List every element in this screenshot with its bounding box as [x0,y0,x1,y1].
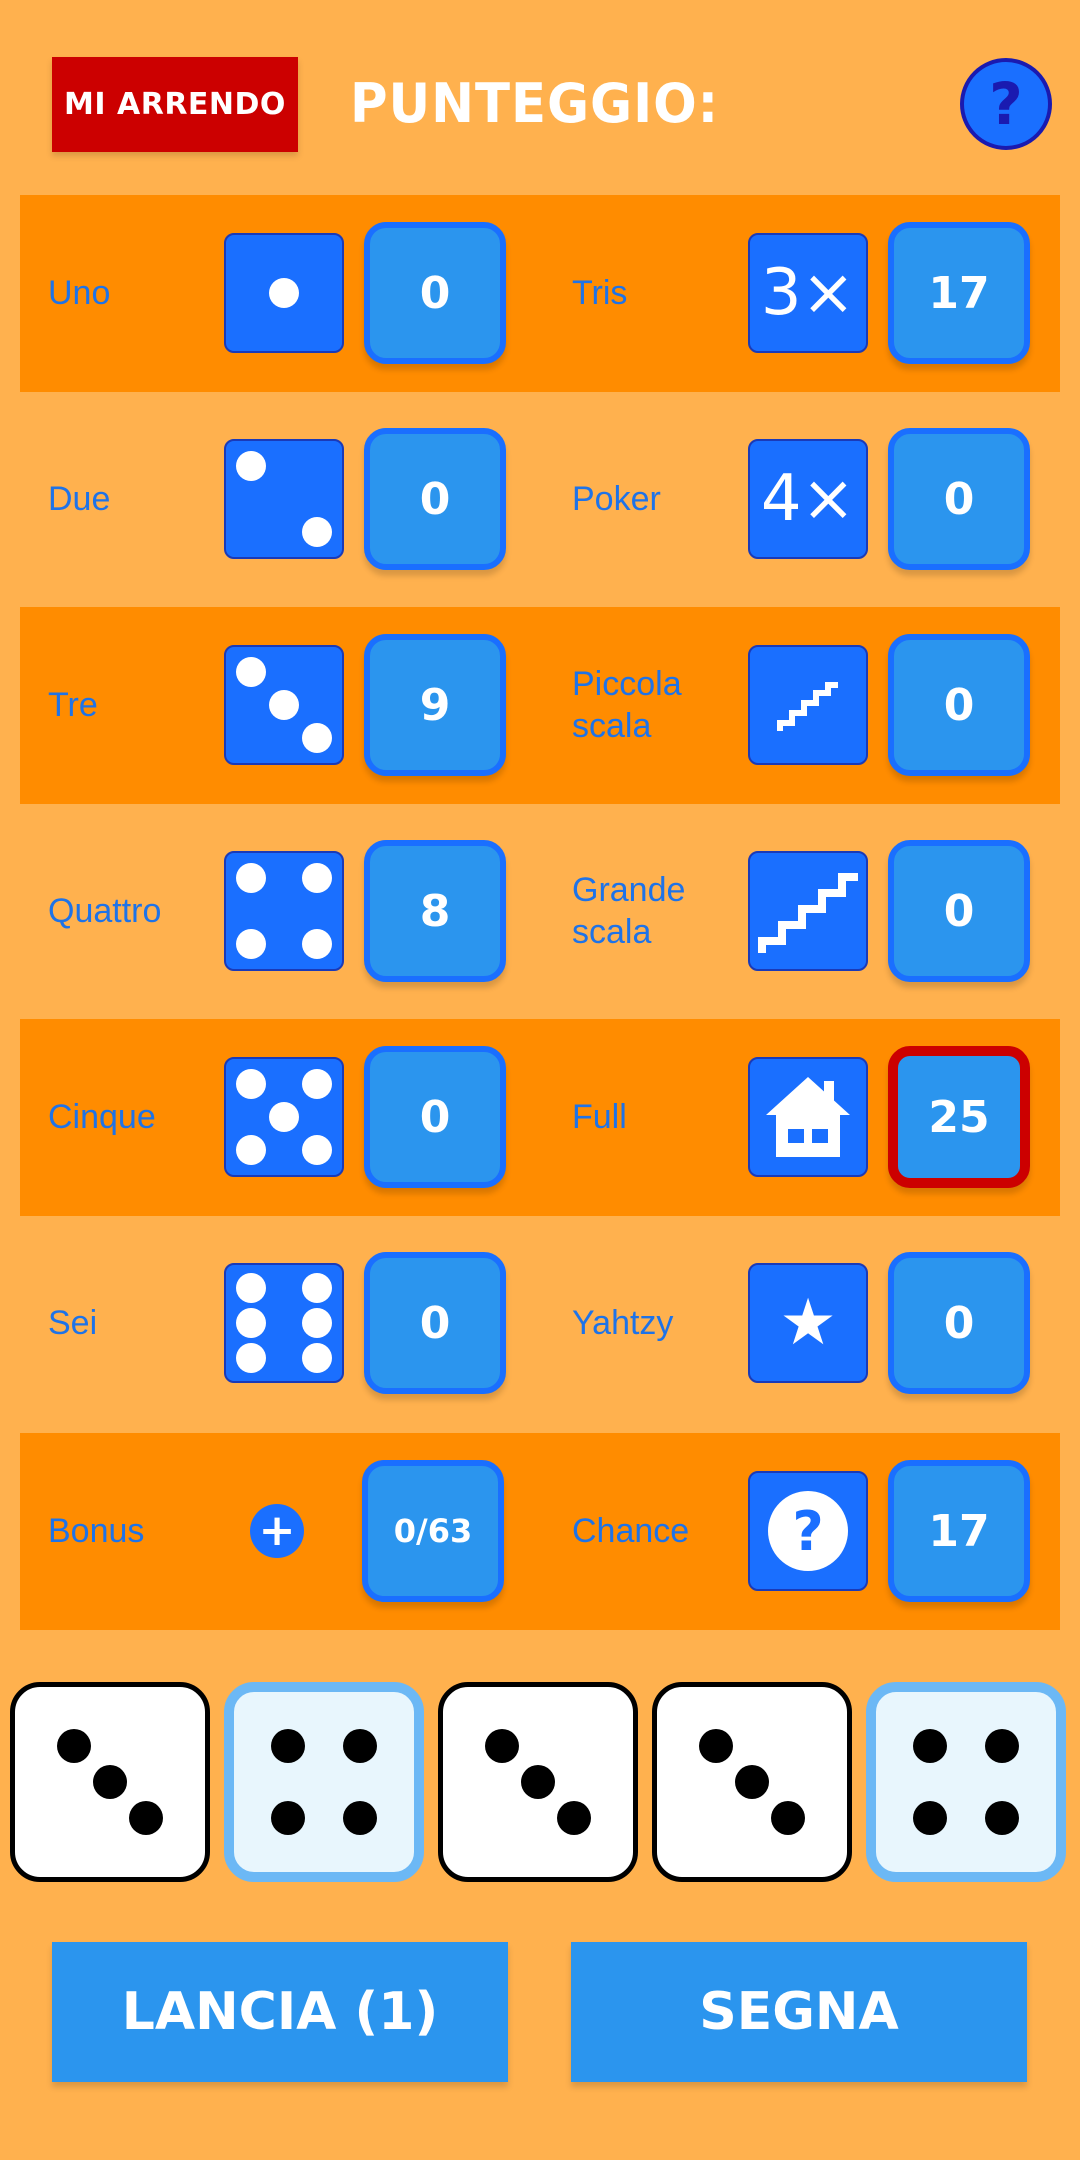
score-tre[interactable]: 9 [364,634,506,776]
score-uno[interactable]: 0 [364,222,506,364]
score-row-1: Uno 0 Tris 3× 17 [20,195,1060,392]
score-row-3: Tre 9 Piccola scala 0 [20,607,1060,804]
die-1[interactable] [10,1682,210,1882]
score-title: PUNTEGGIO: [350,72,720,135]
die-2[interactable] [224,1682,424,1882]
category-label-bonus: Bonus [48,1512,145,1550]
category-label-due: Due [48,480,111,518]
category-label-tris: Tris [572,274,628,312]
score-row-5: Cinque 0 Full 25 [20,1019,1060,1216]
score-row-2: Due 0 Poker 4× 0 [20,401,1060,598]
score-cinque[interactable]: 0 [364,1046,506,1188]
die-face-4-icon [224,851,344,971]
score-row-4: Quattro 8 Grande scala 0 [20,813,1060,1010]
category-label-chance: Chance [572,1512,690,1550]
score-row-6: Sei 0 Yahtzy ★ 0 [20,1225,1060,1422]
question-circle-icon: ? [748,1471,868,1591]
category-label-tre: Tre [48,686,98,724]
die-face-2-icon [224,439,344,559]
category-label-cinque: Cinque [48,1098,156,1136]
die-face-5-icon [224,1057,344,1177]
die-5[interactable] [866,1682,1066,1882]
category-label-quattro: Quattro [48,892,162,930]
die-face-3-icon [224,645,344,765]
score-button[interactable]: SEGNA [571,1942,1027,2082]
small-stairs-icon [748,645,868,765]
top-bar: MI ARRENDO PUNTEGGIO: ? [0,0,1080,195]
die-face-6-icon [224,1263,344,1383]
category-label-piccola-scala: Piccola scala [572,665,682,745]
die-4[interactable] [652,1682,852,1882]
score-bonus: 0/63 [362,1460,504,1602]
house-icon [748,1057,868,1177]
score-tris[interactable]: 17 [888,222,1030,364]
score-sei[interactable]: 0 [364,1252,506,1394]
four-of-a-kind-icon: 4× [748,439,868,559]
category-label-yahtzy: Yahtzy [572,1304,674,1342]
die-face-1-icon [224,233,344,353]
question-mark-icon: ? [989,70,1023,138]
category-label-grande-scala: Grande scala [572,871,686,951]
category-label-full: Full [572,1098,627,1136]
large-stairs-icon [748,851,868,971]
surrender-button[interactable]: MI ARRENDO [52,57,298,152]
score-piccola-scala[interactable]: 0 [888,634,1030,776]
score-chance[interactable]: 17 [888,1460,1030,1602]
star-icon: ★ [748,1263,868,1383]
score-quattro[interactable]: 8 [364,840,506,982]
score-due[interactable]: 0 [364,428,506,570]
score-full[interactable]: 25 [888,1046,1030,1188]
help-button[interactable]: ? [960,58,1052,150]
die-3[interactable] [438,1682,638,1882]
three-of-a-kind-icon: 3× [748,233,868,353]
score-yahtzy[interactable]: 0 [888,1252,1030,1394]
score-row-7: Bonus + 0/63 Chance ? 17 [20,1433,1060,1630]
category-label-poker: Poker [572,480,661,518]
score-grande-scala[interactable]: 0 [888,840,1030,982]
category-label-uno: Uno [48,274,111,312]
plus-circle-icon: + [250,1504,304,1558]
score-poker[interactable]: 0 [888,428,1030,570]
category-label-sei: Sei [48,1304,98,1342]
roll-button[interactable]: LANCIA (1) [52,1942,508,2082]
